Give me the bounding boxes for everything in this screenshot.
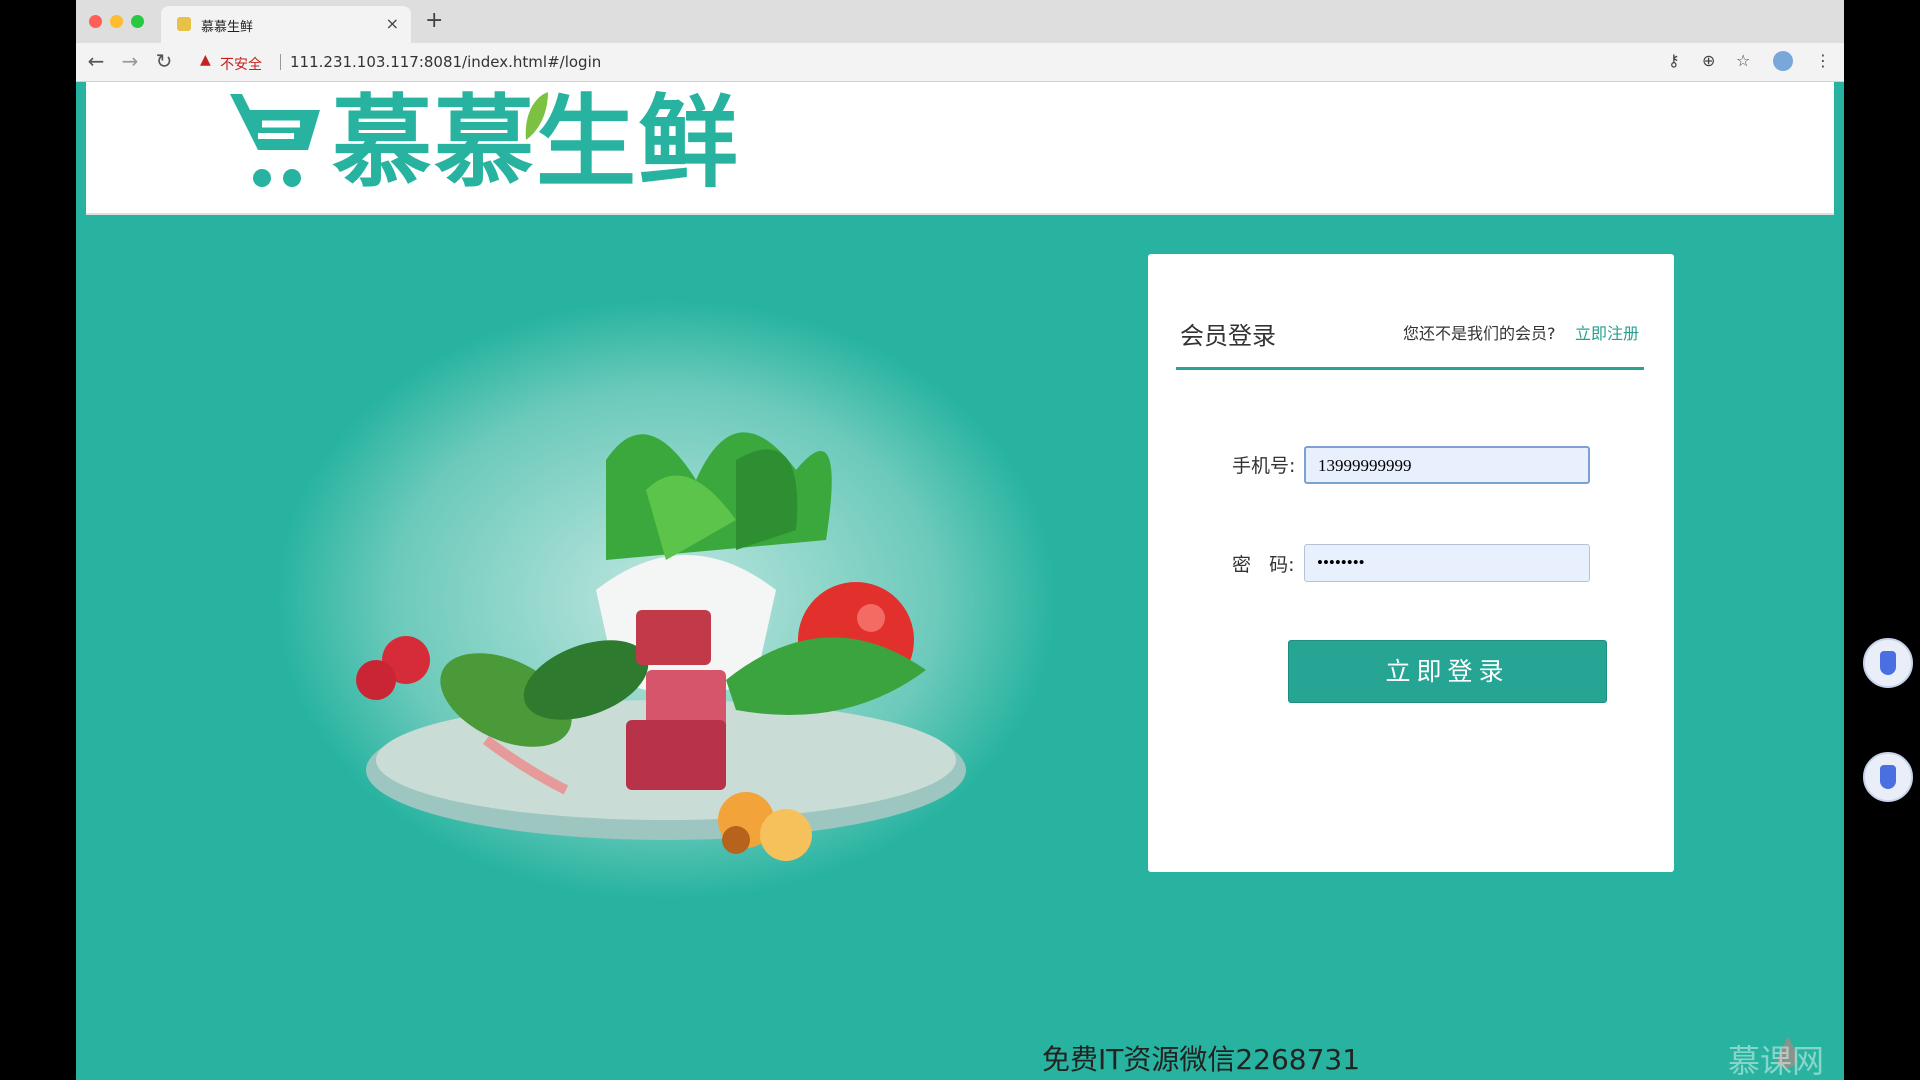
phone-input[interactable]: 13999999999 bbox=[1304, 446, 1590, 484]
overlay-watermark: 免费IT资源微信2268731 bbox=[1042, 1043, 1361, 1076]
mouse-icon bbox=[1880, 651, 1896, 675]
cart-logo-icon bbox=[230, 94, 320, 187]
login-card: 会员登录 您还不是我们的会员? 立即注册 手机号: 13999999999 密 … bbox=[1148, 254, 1674, 872]
register-link[interactable]: 立即注册 bbox=[1575, 320, 1639, 344]
zoom-icon[interactable]: ⊕ bbox=[1702, 51, 1715, 70]
mouse-icon bbox=[1880, 765, 1896, 789]
register-prompt: 您还不是我们的会员? bbox=[1403, 324, 1556, 343]
maximize-window-button[interactable] bbox=[131, 15, 144, 28]
address-divider bbox=[280, 54, 281, 70]
tab-active[interactable]: 慕慕生鲜 × bbox=[161, 6, 411, 43]
phone-label: 手机号: bbox=[1232, 455, 1296, 477]
browser-window: 慕慕生鲜 × + ← → ↻ ▲ 不安全 111.231.103.117:808… bbox=[76, 0, 1844, 1080]
address-bar[interactable]: ▲ 不安全 111.231.103.117:8081/index.html#/l… bbox=[192, 49, 1752, 75]
login-title: 会员登录 bbox=[1180, 322, 1276, 350]
brand-watermark: 慕课网 bbox=[1728, 1042, 1825, 1080]
warning-icon: ▲ bbox=[200, 52, 211, 68]
favicon-icon bbox=[177, 17, 191, 31]
site-header: 慕慕生鲜 bbox=[86, 82, 1834, 215]
menu-icon[interactable]: ⋮ bbox=[1815, 51, 1831, 70]
security-status[interactable]: 不安全 bbox=[220, 54, 262, 74]
tab-title: 慕慕生鲜 bbox=[201, 20, 254, 35]
reload-icon[interactable]: ↻ bbox=[152, 49, 176, 73]
avatar[interactable] bbox=[1773, 51, 1793, 71]
star-icon[interactable]: ☆ bbox=[1736, 51, 1750, 70]
leaf-icon bbox=[525, 92, 548, 140]
url-text[interactable]: 111.231.103.117:8081/index.html#/login bbox=[290, 53, 601, 71]
key-icon[interactable]: ⚷ bbox=[1668, 51, 1680, 70]
tab-close-icon[interactable]: × bbox=[386, 14, 399, 33]
login-button[interactable]: 立即登录 bbox=[1288, 640, 1607, 703]
title-divider bbox=[1176, 367, 1644, 370]
new-tab-button[interactable]: + bbox=[425, 8, 443, 33]
password-label: 密 码: bbox=[1232, 554, 1295, 576]
float-action-button[interactable] bbox=[1863, 638, 1913, 688]
close-window-button[interactable] bbox=[89, 15, 102, 28]
password-input[interactable]: •••••••• bbox=[1304, 544, 1590, 582]
float-action-button[interactable] bbox=[1863, 752, 1913, 802]
tab-strip: 慕慕生鲜 × + bbox=[76, 0, 1844, 43]
forward-icon[interactable]: → bbox=[118, 49, 142, 73]
back-icon[interactable]: ← bbox=[84, 49, 108, 73]
fresh-produce-illustration bbox=[276, 300, 1056, 900]
minimize-window-button[interactable] bbox=[110, 15, 123, 28]
browser-toolbar: ← → ↻ ▲ 不安全 111.231.103.117:8081/index.h… bbox=[76, 43, 1844, 82]
